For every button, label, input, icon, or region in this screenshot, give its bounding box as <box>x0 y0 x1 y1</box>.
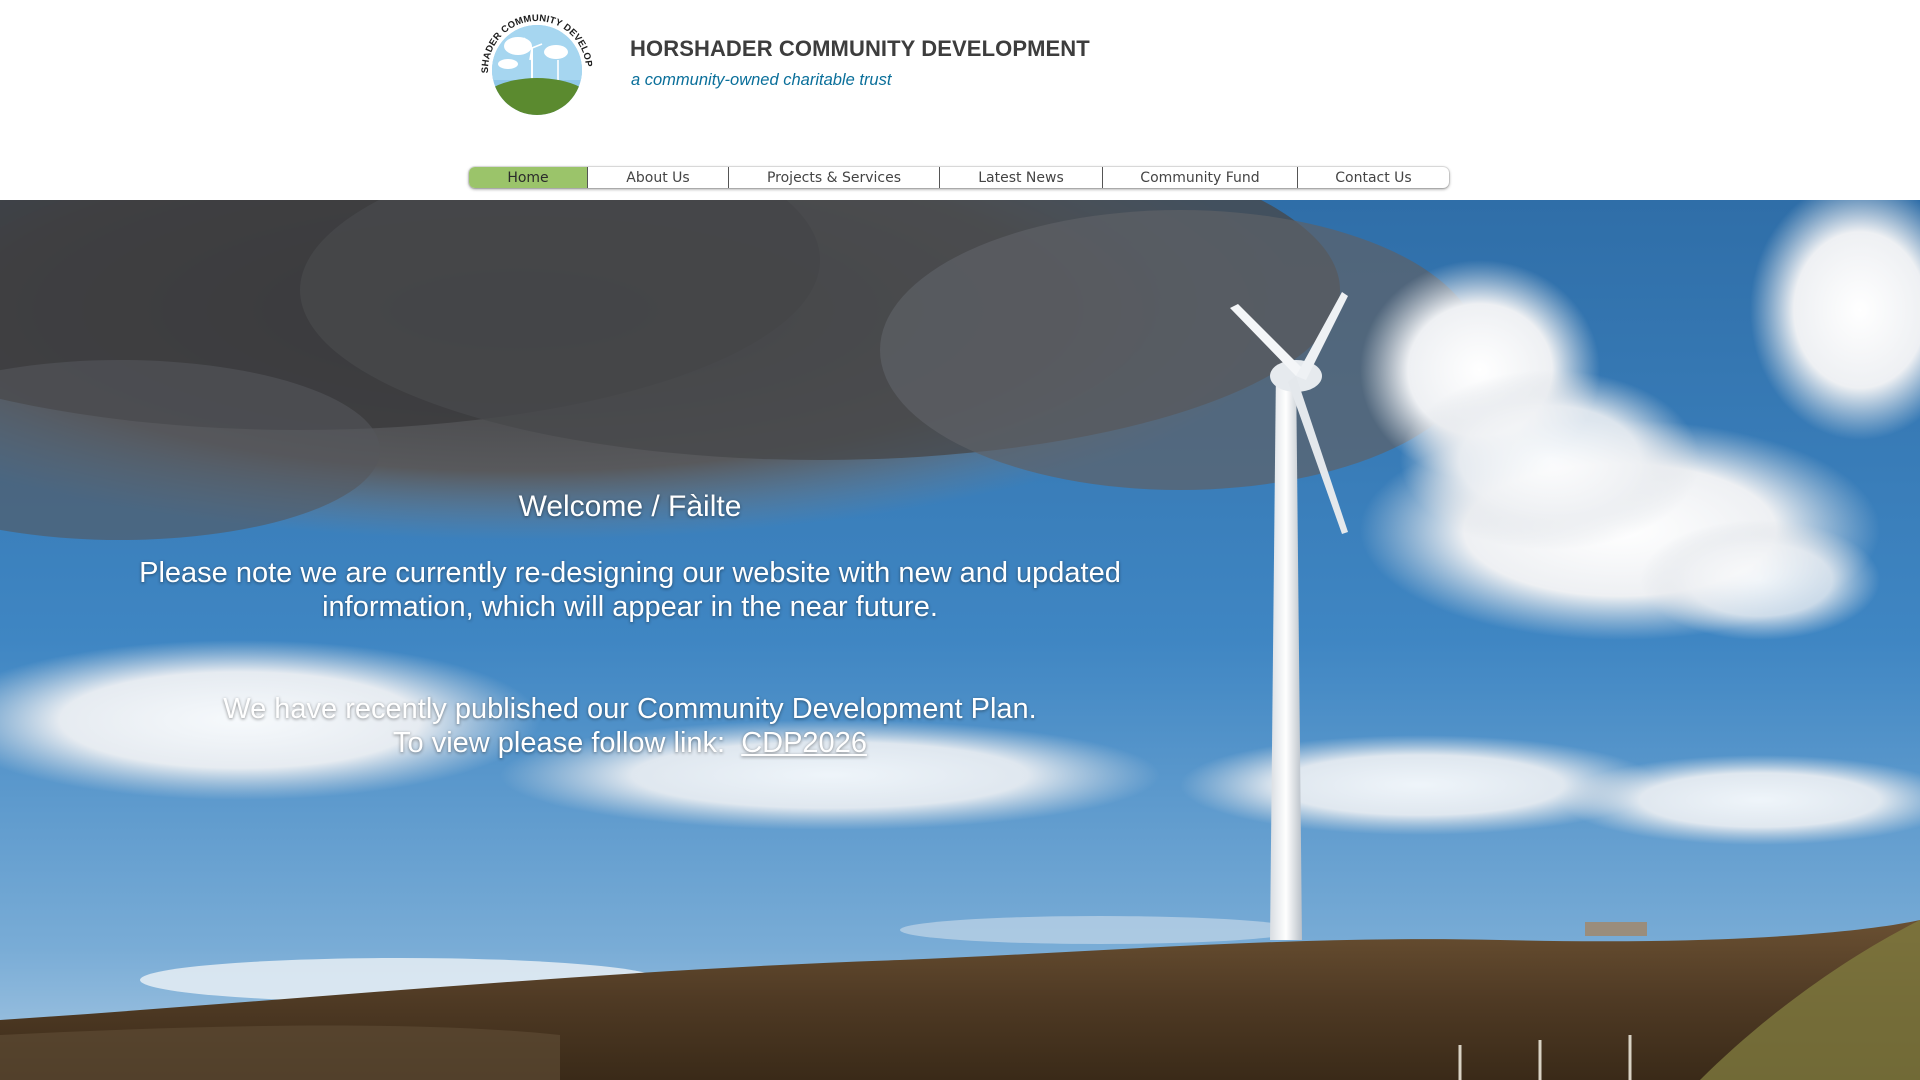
nav-item-projects-services[interactable]: Projects & Services <box>729 167 940 188</box>
nav-item-about-us[interactable]: About Us <box>588 167 729 188</box>
nav-item-latest-news[interactable]: Latest News <box>940 167 1103 188</box>
hero-section: Welcome / Fàilte Please note we are curr… <box>0 200 1920 1080</box>
plan-line-1: We have recently published our Community… <box>223 693 1037 725</box>
nav-item-contact-us[interactable]: Contact Us <box>1298 167 1449 188</box>
hero-background-image <box>0 200 1920 1080</box>
plan-line-2-prefix: To view please follow link: <box>393 727 742 759</box>
nav-item-community-fund[interactable]: Community Fund <box>1103 167 1298 188</box>
notice-line-2: information, which will appear in the ne… <box>322 591 938 623</box>
site-tagline: a community-owned charitable trust <box>631 71 892 89</box>
plan-line-2: To view please follow link: CDP2026 <box>60 726 1200 760</box>
main-nav: Home About Us Projects & Services Latest… <box>469 167 1449 188</box>
site-logo[interactable]: HORSHADER COMMUNITY DEVELOPMENT <box>478 8 596 126</box>
site-title[interactable]: HORSHADER COMMUNITY DEVELOPMENT <box>630 36 1090 62</box>
site-header: HORSHADER COMMUNITY DEVELOPMENT HORSHADE… <box>0 0 1920 200</box>
redesign-notice: Please note we are currently re-designin… <box>60 556 1200 624</box>
plan-notice: We have recently published our Community… <box>60 692 1200 760</box>
welcome-heading: Welcome / Fàilte <box>518 490 742 523</box>
notice-line-1: Please note we are currently re-designin… <box>139 557 1121 589</box>
cdp2026-link[interactable]: CDP2026 <box>741 727 867 759</box>
nav-item-home[interactable]: Home <box>469 167 588 188</box>
